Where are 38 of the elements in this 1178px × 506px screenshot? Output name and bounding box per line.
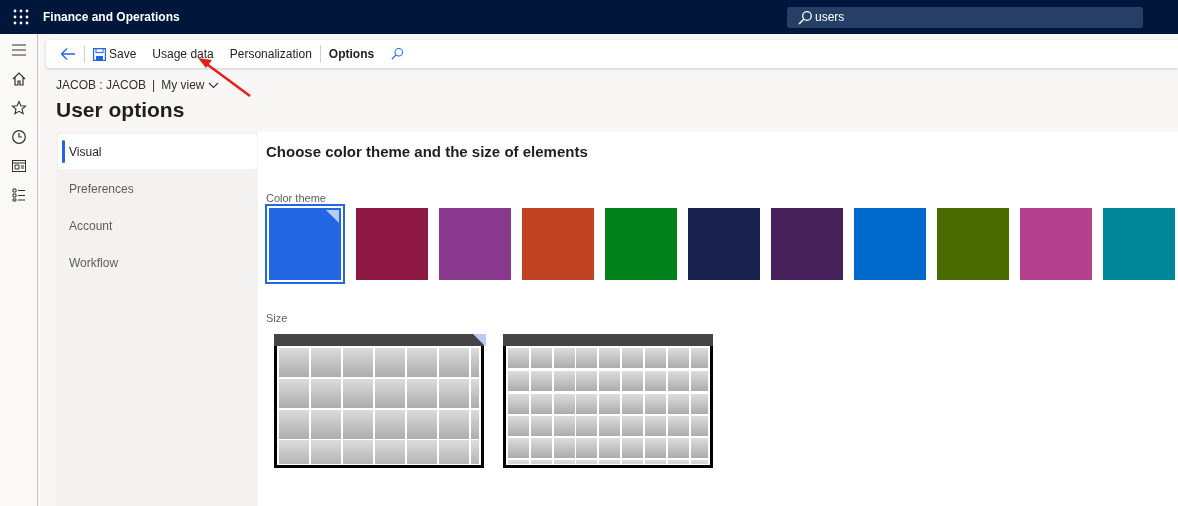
selected-corner-icon [326, 210, 339, 223]
color-swatch[interactable] [522, 208, 594, 280]
color-swatch[interactable] [1103, 208, 1175, 280]
field-label: Color theme [266, 192, 327, 204]
search-field[interactable]: users [787, 6, 1143, 28]
color-swatch[interactable] [854, 208, 926, 280]
section-title: Choose color theme and the size of elements [266, 143, 589, 160]
size-preview-drawing[interactable] [503, 334, 713, 468]
nav-tab[interactable]: Visual [58, 134, 257, 169]
color-swatch[interactable] [937, 208, 1009, 280]
selected-corner-icon [473, 334, 486, 347]
field-label: Size [266, 312, 289, 324]
view-selector[interactable]: My view [161, 78, 219, 92]
size-preview-drawing[interactable] [274, 334, 484, 468]
color-swatch[interactable] [265, 204, 345, 284]
search-icon [797, 9, 813, 26]
breadcrumb-separator: | [152, 78, 156, 92]
color-swatch[interactable] [1020, 208, 1092, 280]
color-swatch[interactable] [356, 208, 428, 280]
app-title: Finance and Operations [43, 10, 180, 24]
color-swatch[interactable] [688, 208, 760, 280]
toolbar-button[interactable]: Save [85, 43, 145, 65]
back-arrow-icon [60, 47, 76, 61]
toolbar-button[interactable]: Options [320, 43, 383, 65]
nav-tab[interactable]: Preferences [58, 171, 257, 206]
color-swatch[interactable] [605, 208, 677, 280]
color-swatch[interactable] [771, 208, 843, 280]
toolbar-button[interactable]: Usage data [144, 43, 222, 65]
chevron-down-icon [207, 81, 219, 89]
nav-tab[interactable]: Account [58, 208, 257, 243]
record-name: JACOB : JACOB [56, 78, 147, 92]
nav-tab[interactable]: Workflow [58, 245, 257, 280]
toolbar-button[interactable]: Personalization [221, 43, 320, 65]
color-swatch[interactable] [439, 208, 511, 280]
page-title: User options [56, 98, 186, 122]
save-icon [93, 47, 106, 61]
search-icon [390, 47, 405, 61]
app-launcher-icon[interactable] [13, 9, 29, 25]
